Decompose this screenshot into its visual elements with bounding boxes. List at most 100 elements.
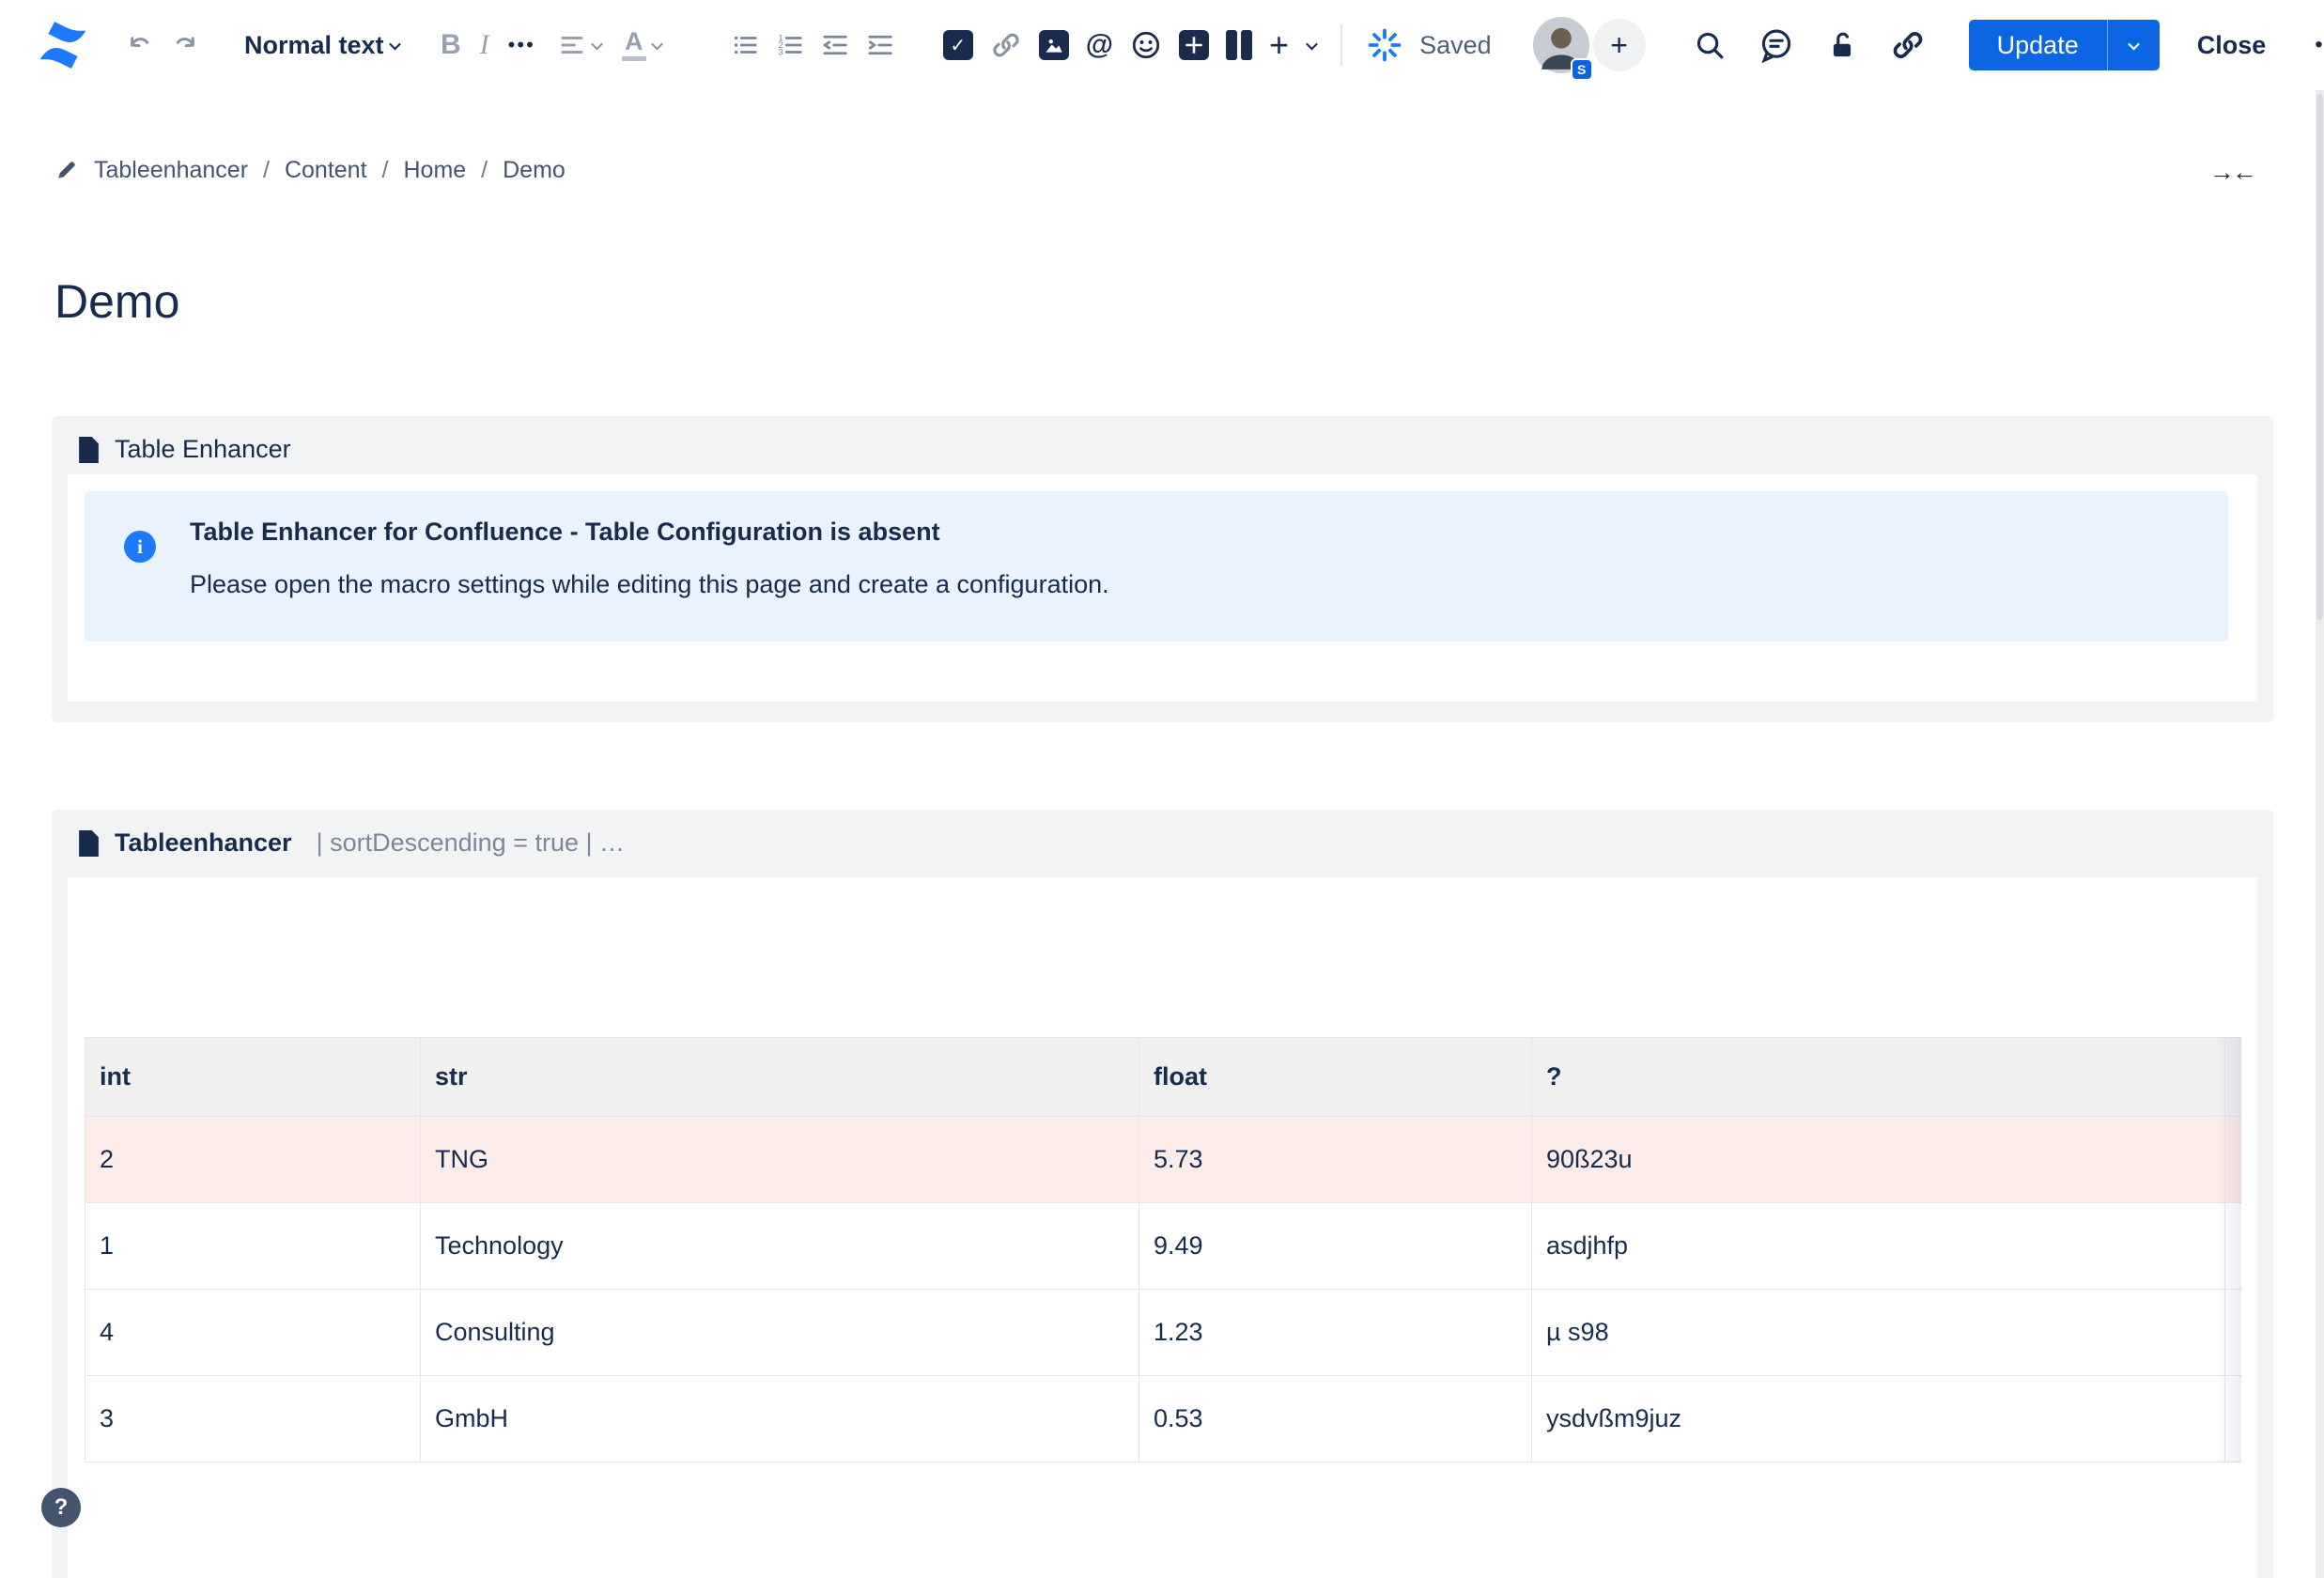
page-title[interactable]: Demo (54, 274, 179, 329)
add-collaborator-button[interactable]: + (1593, 19, 1646, 71)
breadcrumb-separator: / (382, 157, 389, 184)
collapse-width-button[interactable]: →← (2209, 158, 2254, 187)
more-formatting-button[interactable]: ••• (508, 33, 535, 57)
numbered-list-button[interactable]: 1 2 3 (776, 31, 804, 59)
update-split-button: Update (1969, 20, 2160, 70)
cell-clipped (2225, 1117, 2242, 1203)
page-scrollbar[interactable] (2316, 90, 2324, 1578)
undo-button[interactable] (126, 30, 156, 60)
table-header-row: int str float ? (85, 1038, 2242, 1117)
insert-plus-button[interactable]: + (1269, 28, 1289, 62)
save-status-label: Saved (1419, 31, 1492, 60)
copy-link-button[interactable] (1890, 27, 1926, 63)
cell-int: 4 (85, 1290, 421, 1376)
update-label: Update (1997, 31, 2079, 59)
cell-int: 1 (85, 1203, 421, 1290)
unlock-button[interactable] (1826, 29, 1858, 61)
table-icon (1179, 30, 1209, 60)
macro-body: int str float ? 2 TNG 5.73 90ß23u (68, 877, 2257, 1578)
text-style-label: Normal text (244, 31, 383, 60)
spinner-icon (1367, 27, 1402, 63)
layouts-button[interactable] (1226, 30, 1252, 60)
table-header-clipped (2225, 1038, 2242, 1117)
macro-tableenhancer[interactable]: Tableenhancer | sortDescending = true | … (52, 810, 2273, 1578)
table-header-q: ? (1532, 1038, 2225, 1117)
data-table-container: int str float ? 2 TNG 5.73 90ß23u (85, 1037, 2241, 1462)
text-color-icon: A (622, 29, 646, 61)
chevron-down-icon (651, 38, 663, 50)
cell-q: asdjhfp (1532, 1203, 2225, 1290)
toolbar-divider (1340, 24, 1342, 66)
emoji-button[interactable] (1130, 29, 1162, 61)
table-row: 1 Technology 9.49 asdjhfp (85, 1203, 2242, 1290)
redo-button[interactable] (169, 30, 199, 60)
cell-clipped (2225, 1203, 2242, 1290)
save-status: Saved (1367, 27, 1492, 63)
svg-text:3: 3 (778, 48, 782, 57)
checkbox-icon: ✓ (943, 30, 973, 60)
avatar[interactable]: S (1533, 17, 1589, 73)
italic-button[interactable]: I (480, 29, 489, 61)
cell-str: Consulting (421, 1290, 1139, 1376)
bold-button[interactable]: B (441, 29, 461, 61)
info-icon: i (124, 531, 156, 563)
breadcrumb-item-space[interactable]: Tableenhancer (94, 157, 248, 184)
avatar-status-badge: S (1571, 58, 1593, 81)
link-icon (990, 29, 1022, 61)
bullet-list-button[interactable] (731, 31, 759, 59)
document-icon (78, 437, 100, 463)
undo-icon (126, 30, 156, 60)
insert-dropdown[interactable] (1306, 41, 1316, 50)
cell-float: 0.53 (1139, 1376, 1532, 1462)
mention-button[interactable]: @ (1086, 29, 1113, 61)
info-banner: i Table Enhancer for Confluence - Table … (85, 491, 2228, 642)
cell-q: µ s98 (1532, 1290, 2225, 1376)
indent-icon (866, 31, 894, 59)
chevron-down-icon (591, 38, 603, 50)
chevron-down-icon (389, 38, 401, 50)
insert-link-button[interactable] (990, 29, 1022, 61)
help-button[interactable]: ? (41, 1488, 81, 1527)
outdent-button[interactable] (821, 31, 849, 59)
breadcrumb-item-home[interactable]: Home (403, 157, 466, 184)
cell-float: 5.73 (1139, 1117, 1532, 1203)
insert-image-button[interactable] (1039, 30, 1069, 60)
redo-icon (169, 30, 199, 60)
breadcrumb-item-demo[interactable]: Demo (503, 157, 566, 184)
search-button[interactable] (1693, 28, 1727, 62)
macro-header: Table Enhancer (52, 416, 2273, 464)
text-style-dropdown[interactable]: Normal text (244, 31, 399, 60)
cell-clipped (2225, 1376, 2242, 1462)
align-left-icon (558, 31, 586, 59)
text-color-dropdown[interactable]: A (622, 29, 661, 61)
macro-header: Tableenhancer | sortDescending = true | … (52, 810, 2273, 858)
indent-button[interactable] (866, 31, 894, 59)
table-header-int: int (85, 1038, 421, 1117)
update-dropdown-button[interactable] (2107, 20, 2160, 70)
close-button[interactable]: Close (2197, 31, 2267, 60)
alignment-dropdown[interactable] (558, 31, 601, 59)
cell-q: ysdvßm9juz (1532, 1376, 2225, 1462)
more-actions-button[interactable]: ••• (2315, 32, 2324, 58)
breadcrumb-item-content[interactable]: Content (285, 157, 367, 184)
insert-table-button[interactable] (1179, 30, 1209, 60)
macro-title: Tableenhancer (115, 828, 292, 858)
comment-icon (1758, 27, 1794, 63)
cell-str: Technology (421, 1203, 1139, 1290)
emoji-icon (1130, 29, 1162, 61)
cell-q: 90ß23u (1532, 1117, 2225, 1203)
macro-table-enhancer[interactable]: Table Enhancer i Table Enhancer for Conf… (52, 416, 2273, 722)
table-row: 4 Consulting 1.23 µ s98 (85, 1290, 2242, 1376)
macro-parameters: | sortDescending = true | … (317, 828, 625, 858)
search-icon (1693, 28, 1727, 62)
macro-title: Table Enhancer (115, 435, 291, 464)
update-button[interactable]: Update (1969, 20, 2107, 70)
table-header-str: str (421, 1038, 1139, 1117)
unlock-icon (1826, 29, 1858, 61)
table-header-float: float (1139, 1038, 1532, 1117)
table-row: 2 TNG 5.73 90ß23u (85, 1117, 2242, 1203)
scrollbar-thumb[interactable] (2316, 94, 2323, 620)
comments-button[interactable] (1758, 27, 1794, 63)
action-item-button[interactable]: ✓ (943, 30, 973, 60)
editor-toolbar: Normal text B I ••• A (0, 0, 2324, 90)
